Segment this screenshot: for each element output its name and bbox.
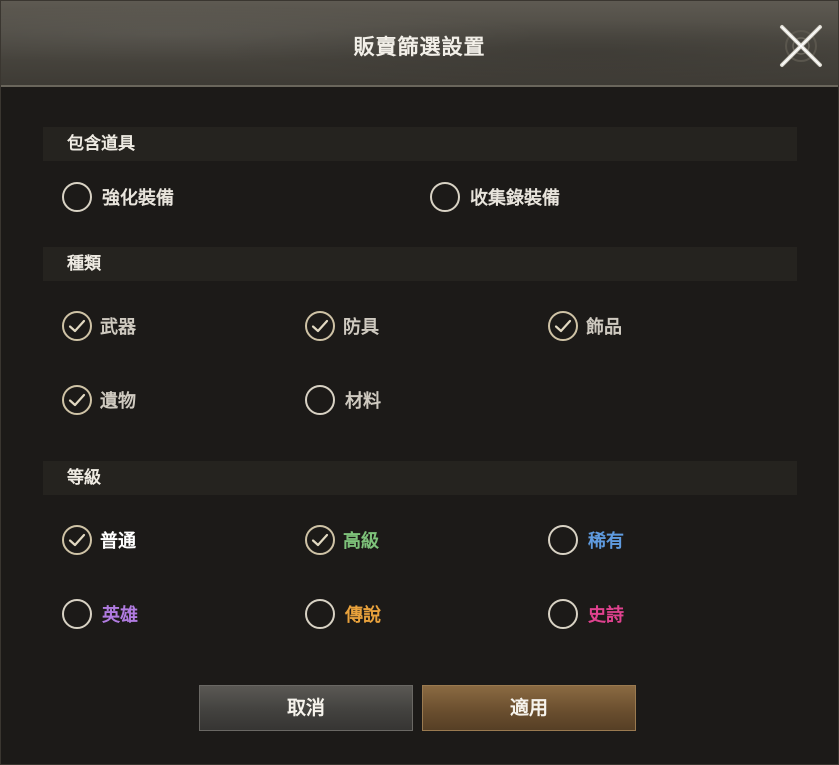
dialog-title: 販賣篩選設置 (353, 35, 486, 59)
checkmark-circle-icon (305, 525, 335, 555)
option-label: 武器 (100, 317, 136, 338)
option-grade-epic[interactable]: 史詩 (548, 599, 624, 629)
option-label: 收集錄裝備 (470, 188, 560, 209)
radio-empty-icon (430, 182, 460, 212)
radio-empty-icon (62, 182, 92, 212)
sell-filter-dialog: 販賣篩選設置 包含道具 強化裝備 收集錄裝備 種類 武器 防具 飾品 遺物 材料… (0, 0, 839, 765)
section-header-include-items: 包含道具 (43, 127, 797, 161)
checkmark-circle-icon (62, 311, 92, 341)
close-icon (780, 25, 822, 67)
option-grade-legendary[interactable]: 傳說 (305, 599, 381, 629)
section-header-grade: 等級 (43, 461, 797, 495)
option-weapon[interactable]: 武器 (62, 311, 136, 341)
title-bar: 販賣篩選設置 (1, 1, 838, 87)
close-button[interactable] (776, 21, 826, 71)
option-label: 普通 (100, 531, 136, 552)
radio-empty-icon (548, 525, 578, 555)
option-grade-rare[interactable]: 稀有 (548, 525, 624, 555)
checkmark-circle-icon (62, 525, 92, 555)
option-relic[interactable]: 遺物 (62, 385, 136, 415)
checkmark-circle-icon (305, 311, 335, 341)
option-label: 飾品 (586, 317, 622, 338)
option-collection-equipment[interactable]: 收集錄裝備 (430, 182, 560, 212)
option-label: 遺物 (100, 391, 136, 412)
option-label: 高級 (343, 531, 379, 552)
option-label: 強化裝備 (102, 188, 174, 209)
option-material[interactable]: 材料 (305, 385, 381, 415)
checkmark-circle-icon (548, 311, 578, 341)
option-label: 材料 (345, 391, 381, 412)
option-grade-heroic[interactable]: 英雄 (62, 599, 138, 629)
radio-empty-icon (305, 599, 335, 629)
checkmark-circle-icon (62, 385, 92, 415)
option-label: 英雄 (102, 605, 138, 626)
option-label: 傳說 (345, 605, 381, 626)
cancel-button[interactable]: 取消 (199, 685, 413, 731)
radio-empty-icon (62, 599, 92, 629)
option-grade-advanced[interactable]: 高級 (305, 525, 379, 555)
section-header-type: 種類 (43, 247, 797, 281)
option-label: 史詩 (588, 605, 624, 626)
radio-empty-icon (305, 385, 335, 415)
option-grade-common[interactable]: 普通 (62, 525, 136, 555)
option-accessory[interactable]: 飾品 (548, 311, 622, 341)
option-armor[interactable]: 防具 (305, 311, 379, 341)
option-label: 稀有 (588, 531, 624, 552)
apply-button[interactable]: 適用 (422, 685, 636, 731)
option-label: 防具 (343, 317, 379, 338)
option-enhanced-equipment[interactable]: 強化裝備 (62, 182, 174, 212)
radio-empty-icon (548, 599, 578, 629)
